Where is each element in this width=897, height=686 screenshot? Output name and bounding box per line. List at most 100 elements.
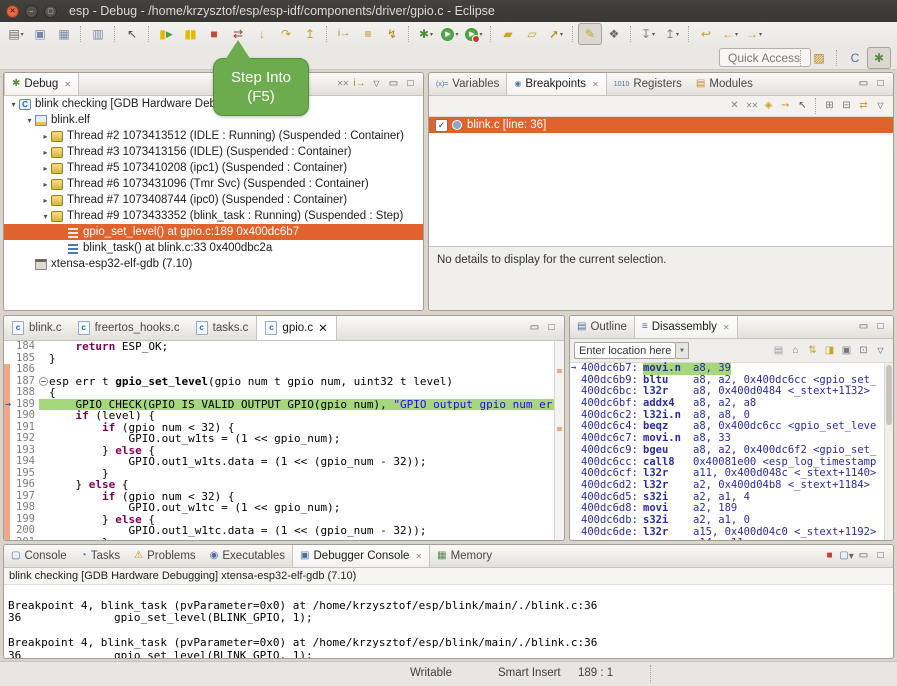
code-line[interactable]: 197 if (gpio_num < 32) {: [4, 491, 564, 503]
go-to-file-icon[interactable]: ➙: [777, 98, 794, 115]
bp-tab-variables[interactable]: (x)=Variables: [429, 73, 506, 95]
tree-row[interactable]: ▾Thread #9 1073433352 (blink_task : Runn…: [4, 208, 423, 224]
new-wizard-icon-caret[interactable]: ▾: [21, 31, 24, 38]
code-line[interactable]: 184 return ESP_OK;: [4, 341, 564, 353]
code-line[interactable]: 193 } else {: [4, 445, 564, 457]
remove-breakpoint-icon[interactable]: ✕: [726, 98, 743, 115]
back-icon-caret[interactable]: ▾: [735, 31, 738, 38]
maximize-icon[interactable]: □: [543, 320, 560, 337]
previous-annotation-icon-caret[interactable]: ▾: [676, 31, 679, 38]
code-line[interactable]: 195 }: [4, 468, 564, 480]
tree-row[interactable]: ▸Thread #2 1073413512 (IDLE : Running) (…: [4, 128, 423, 144]
close-tab-icon[interactable]: ✕: [592, 80, 599, 89]
back-icon[interactable]: ←▾: [718, 23, 742, 45]
tree-row[interactable]: ▸Thread #5 1073410208 (ipc1) (Suspended …: [4, 160, 423, 176]
minimize-window-button[interactable]: –: [25, 5, 38, 18]
disassembly-line[interactable]: mov.na14, a11: [570, 538, 893, 541]
debug-perspective-icon[interactable]: ✱: [867, 47, 891, 69]
sync-with-active-context-icon[interactable]: ⇅: [804, 342, 821, 359]
open-perspective-icon[interactable]: ▨: [807, 47, 831, 69]
save-as-icon[interactable]: ▥: [86, 23, 110, 45]
code-line[interactable]: 187esp_err_t gpio_set_level(gpio_num_t g…: [4, 376, 564, 388]
mark-occurrences-icon[interactable]: ✎: [578, 23, 602, 45]
debug-icon[interactable]: ✱▾: [414, 23, 438, 45]
previous-annotation-icon[interactable]: ↥▾: [660, 23, 684, 45]
breakpoint-checkbox[interactable]: ✓: [435, 119, 448, 132]
location-dropdown-icon[interactable]: ▼: [676, 342, 689, 359]
maximize-icon[interactable]: □: [402, 76, 419, 93]
show-source-icon[interactable]: ◨: [821, 342, 838, 359]
console-tab-problems[interactable]: ⚠Problems: [127, 545, 203, 567]
last-edit-location-icon[interactable]: ↩: [694, 23, 718, 45]
save-icon[interactable]: ▣: [28, 23, 52, 45]
tree-row[interactable]: xtensa-esp32-elf-gdb (7.10): [4, 256, 423, 272]
view-menu-icon[interactable]: ▽: [872, 342, 889, 359]
code-line[interactable]: 191 if (gpio_num < 32) {: [4, 422, 564, 434]
dis-tab-disassembly[interactable]: ≡Disassembly✕: [634, 316, 738, 338]
run-icon-caret[interactable]: ▾: [455, 31, 458, 38]
editor-tab-blink-c[interactable]: cblink.c: [4, 316, 70, 340]
code-line[interactable]: 188{: [4, 387, 564, 399]
open-element-icon[interactable]: ▰: [496, 23, 520, 45]
profile-icon-caret[interactable]: ▾: [479, 31, 482, 38]
external-tools-icon[interactable]: ➚▾: [544, 23, 568, 45]
editor-tab-freertos-hooks-c[interactable]: cfreertos_hooks.c: [70, 316, 188, 340]
minimize-icon[interactable]: ▭: [385, 76, 402, 93]
link-with-debug-view-icon[interactable]: ⇄: [855, 98, 872, 115]
collapsed-arrow-icon[interactable]: ▸: [40, 180, 51, 189]
maximize-icon[interactable]: □: [872, 76, 889, 93]
code-line[interactable]: 198 GPIO.out_w1tc = (1 << gpio_num);: [4, 502, 564, 514]
dis-tab-outline[interactable]: ▤Outline: [570, 316, 634, 338]
skip-all-breakpoints-icon[interactable]: ↖: [120, 23, 144, 45]
minimize-icon[interactable]: ▭: [855, 319, 872, 336]
expanded-arrow-icon[interactable]: ▾: [24, 116, 35, 125]
remove-all-terminated-icon[interactable]: ✕✕: [334, 76, 351, 93]
show-breakpoints-for-selection-icon[interactable]: ◈: [760, 98, 777, 115]
cpp-perspective-icon[interactable]: C: [843, 47, 867, 69]
tree-row[interactable]: ▸Thread #7 1073408744 (ipc0) (Suspended …: [4, 192, 423, 208]
step-return-icon[interactable]: ↥: [298, 23, 322, 45]
tree-row[interactable]: ▸Thread #6 1073431096 (Tmr Svc) (Suspend…: [4, 176, 423, 192]
maximize-window-button[interactable]: ▢: [44, 5, 57, 18]
debug-icon-caret[interactable]: ▾: [430, 31, 433, 38]
refresh-icon[interactable]: ▤: [770, 342, 787, 359]
terminate-icon[interactable]: ■: [202, 23, 226, 45]
code-line[interactable]: 186: [4, 364, 564, 376]
suspend-icon[interactable]: ▮▮: [178, 23, 202, 45]
console-tab-executables[interactable]: ◉Executables: [203, 545, 292, 567]
bp-tab-breakpoints[interactable]: ◉Breakpoints✕: [506, 73, 606, 95]
close-tab-icon[interactable]: ✕: [415, 552, 422, 561]
forward-icon-caret[interactable]: ▾: [759, 31, 762, 38]
annotations-icon[interactable]: ❖: [602, 23, 626, 45]
external-tools-icon-caret[interactable]: ▾: [560, 31, 563, 38]
disassembly-scrollbar[interactable]: [884, 363, 893, 541]
breakpoint-row[interactable]: ✓blink.c [line: 36]: [429, 117, 893, 133]
tree-row[interactable]: blink_task() at blink.c:33 0x400dbc2a: [4, 240, 423, 256]
console-tab-tasks[interactable]: ◔Tasks: [74, 545, 127, 567]
code-line[interactable]: 190 if (level) {: [4, 410, 564, 422]
scrollbar-thumb[interactable]: [886, 365, 892, 425]
restart-icon[interactable]: ↯: [380, 23, 404, 45]
expanded-arrow-icon[interactable]: ▾: [40, 212, 51, 221]
profile-icon[interactable]: ▶▾: [462, 23, 486, 45]
expanded-arrow-icon[interactable]: ▾: [8, 100, 19, 109]
location-input[interactable]: Enter location here: [574, 342, 676, 359]
new-wizard-icon[interactable]: ▤▾: [4, 23, 28, 45]
console-tab-console[interactable]: ▢Console: [4, 545, 74, 567]
console-tab-debugger-console[interactable]: ▣Debugger Console✕: [292, 545, 430, 567]
resume-icon[interactable]: ▮▶: [154, 23, 178, 45]
open-resource-icon[interactable]: ▱: [520, 23, 544, 45]
save-all-icon[interactable]: ▦: [52, 23, 76, 45]
run-icon[interactable]: ▶▾: [438, 23, 462, 45]
console-tab-memory[interactable]: ▦Memory: [430, 545, 499, 567]
code-line[interactable]: 201 }: [4, 537, 564, 542]
instruction-stepping-icon[interactable]: i→: [332, 23, 356, 45]
pin-icon[interactable]: ⊡: [855, 342, 872, 359]
terminate-icon[interactable]: ■: [821, 548, 838, 565]
minimize-icon[interactable]: ▭: [855, 548, 872, 565]
code-line[interactable]: 199 } else {: [4, 514, 564, 526]
console-output[interactable]: Breakpoint 4, blink_task (pvParameter=0x…: [4, 585, 893, 659]
collapsed-arrow-icon[interactable]: ▸: [40, 196, 51, 205]
editor-tab-tasks-c[interactable]: ctasks.c: [188, 316, 257, 340]
close-tab-icon[interactable]: ✕: [723, 323, 730, 332]
